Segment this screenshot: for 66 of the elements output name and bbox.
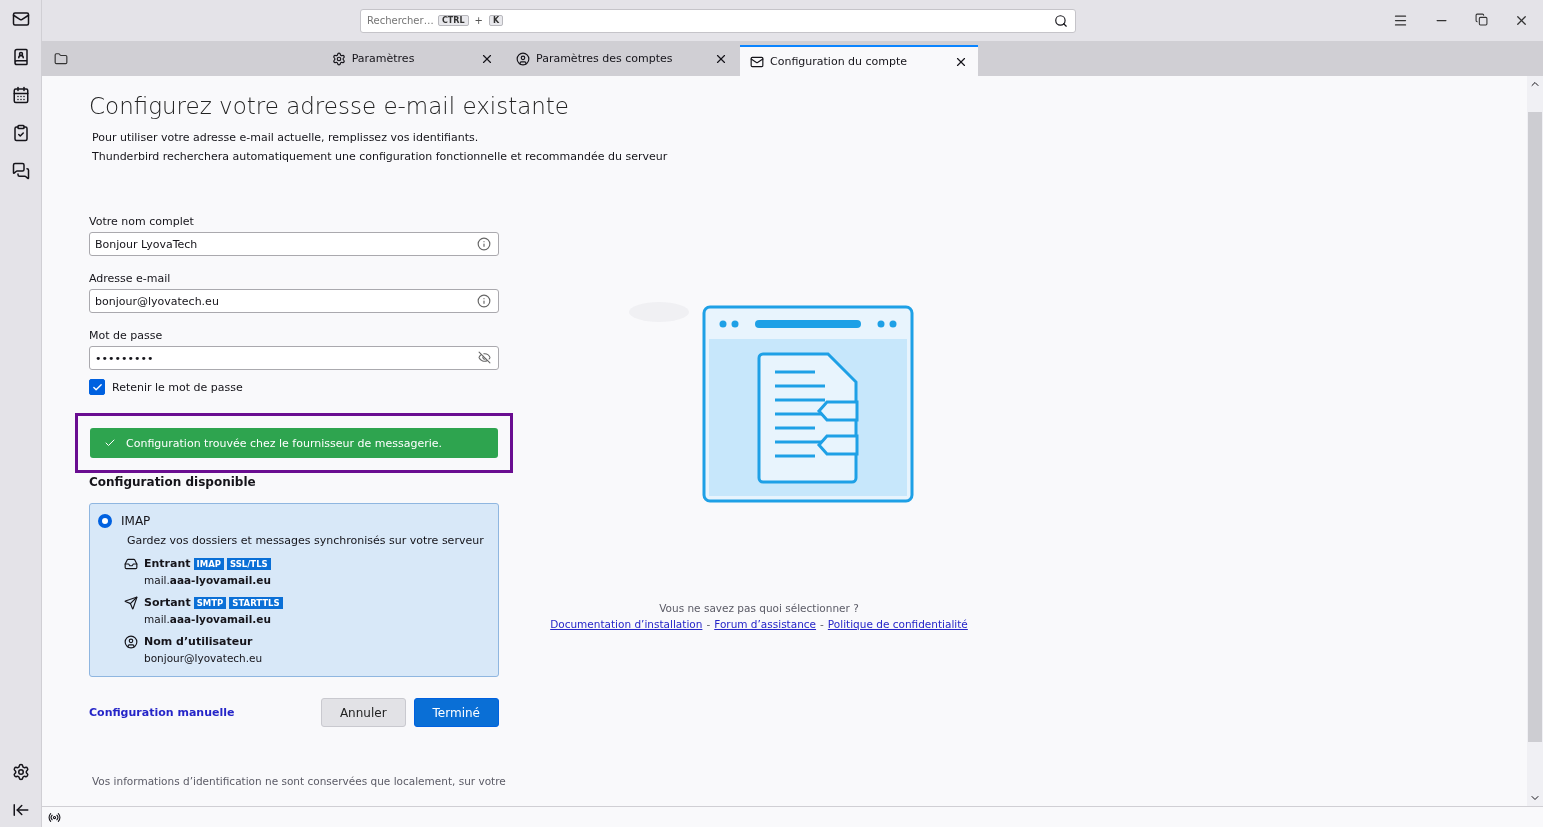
connection-icon — [48, 810, 61, 824]
protocol-tag: STARTTLS — [229, 596, 283, 609]
entry-value: bonjour@lyovatech.eu — [144, 652, 263, 664]
privacy-note: Vos informations d’identification ne sont conservées que localement, sur votre — [92, 775, 506, 787]
menu-icon[interactable] — [1393, 13, 1408, 28]
help-link[interactable]: Forum d’assistance — [714, 618, 817, 630]
text-field[interactable]: Bonjour LyovaTech — [89, 232, 499, 256]
password-field[interactable]: ••••••••• — [89, 346, 499, 370]
search-icon — [1054, 13, 1068, 28]
tab[interactable]: Configuration du compte — [740, 45, 978, 76]
collapse-icon[interactable] — [11, 801, 30, 819]
intro-text: Pour utiliser votre adresse e-mail actuelle, remplissez vos identifiants. — [92, 130, 479, 145]
radio-button[interactable] — [98, 514, 112, 528]
page-title: Configurez votre adresse e-mail existante — [89, 92, 570, 120]
tab[interactable]: Paramètres des comptes — [506, 41, 738, 76]
mail-icon — [750, 54, 764, 69]
key-cap: K — [489, 15, 504, 26]
restore-icon[interactable] — [1475, 13, 1488, 28]
entry-value: mail.aaa-lyovamail.eu — [144, 574, 271, 586]
mail-icon[interactable] — [11, 10, 30, 28]
address-book-icon[interactable] — [11, 48, 30, 66]
done-button[interactable]: Terminé — [413, 698, 499, 727]
checkbox-label: Retenir le mot de passe — [112, 380, 243, 394]
hide-password-icon[interactable] — [478, 351, 491, 364]
inbox-icon — [124, 557, 138, 571]
link-separator: - — [820, 618, 824, 630]
plus-sign: + — [474, 15, 483, 26]
help-link[interactable]: Politique de confidentialité — [827, 618, 968, 630]
field-label: Mot de passe — [89, 329, 164, 342]
info-icon — [477, 294, 491, 308]
link-separator: - — [706, 618, 711, 630]
field-label: Votre nom complet — [89, 215, 195, 228]
option-description: Gardez vos dossiers et messages synchronisés sur votre serveur — [127, 534, 484, 547]
close-icon[interactable] — [1514, 13, 1529, 28]
protocol-tag: SSL/TLS — [227, 557, 271, 570]
checkbox[interactable] — [89, 379, 105, 395]
check-icon — [91, 381, 103, 393]
section-title: Configuration disponible — [89, 475, 257, 489]
account-icon — [516, 51, 530, 66]
banner-text: Configuration trouvée chez le fournisseur de messagerie. — [126, 436, 442, 450]
entry-label: Sortant — [144, 596, 191, 609]
intro-text: Thunderbird recherchera automatiquement une configuration fonctionnelle et recommandée du serveur — [92, 149, 668, 164]
help-link[interactable]: Documentation d’installation — [550, 618, 703, 630]
manual-config-link[interactable]: Configuration manuelle — [89, 706, 235, 719]
field-label: Adresse e-mail — [89, 272, 172, 285]
calendar-icon[interactable] — [11, 86, 30, 104]
entry-label: Entrant — [144, 557, 191, 570]
cancel-button[interactable]: Annuler — [320, 698, 406, 727]
chat-icon[interactable] — [11, 162, 30, 180]
entry-label: Nom d’utilisateur — [144, 635, 253, 648]
protocol-tag: IMAP — [193, 557, 224, 570]
info-icon — [477, 237, 491, 251]
tab[interactable]: Paramètres — [272, 41, 504, 76]
gear-icon — [331, 51, 346, 66]
entry-value: mail.aaa-lyovamail.eu — [144, 613, 272, 625]
send-icon — [124, 596, 138, 610]
scroll-thumb[interactable] — [1528, 112, 1542, 742]
tasks-icon[interactable] — [11, 124, 30, 142]
key-cap: CTRL — [438, 15, 469, 26]
protocol-tag: SMTP — [193, 596, 227, 609]
text-field[interactable]: bonjour@lyovatech.eu — [89, 289, 499, 313]
help-question: Vous ne savez pas quoi sélectionner ? — [659, 602, 859, 614]
option-label: IMAP — [121, 514, 151, 528]
user-icon — [124, 635, 138, 649]
settings-icon[interactable] — [11, 763, 30, 781]
check-icon — [104, 437, 116, 449]
